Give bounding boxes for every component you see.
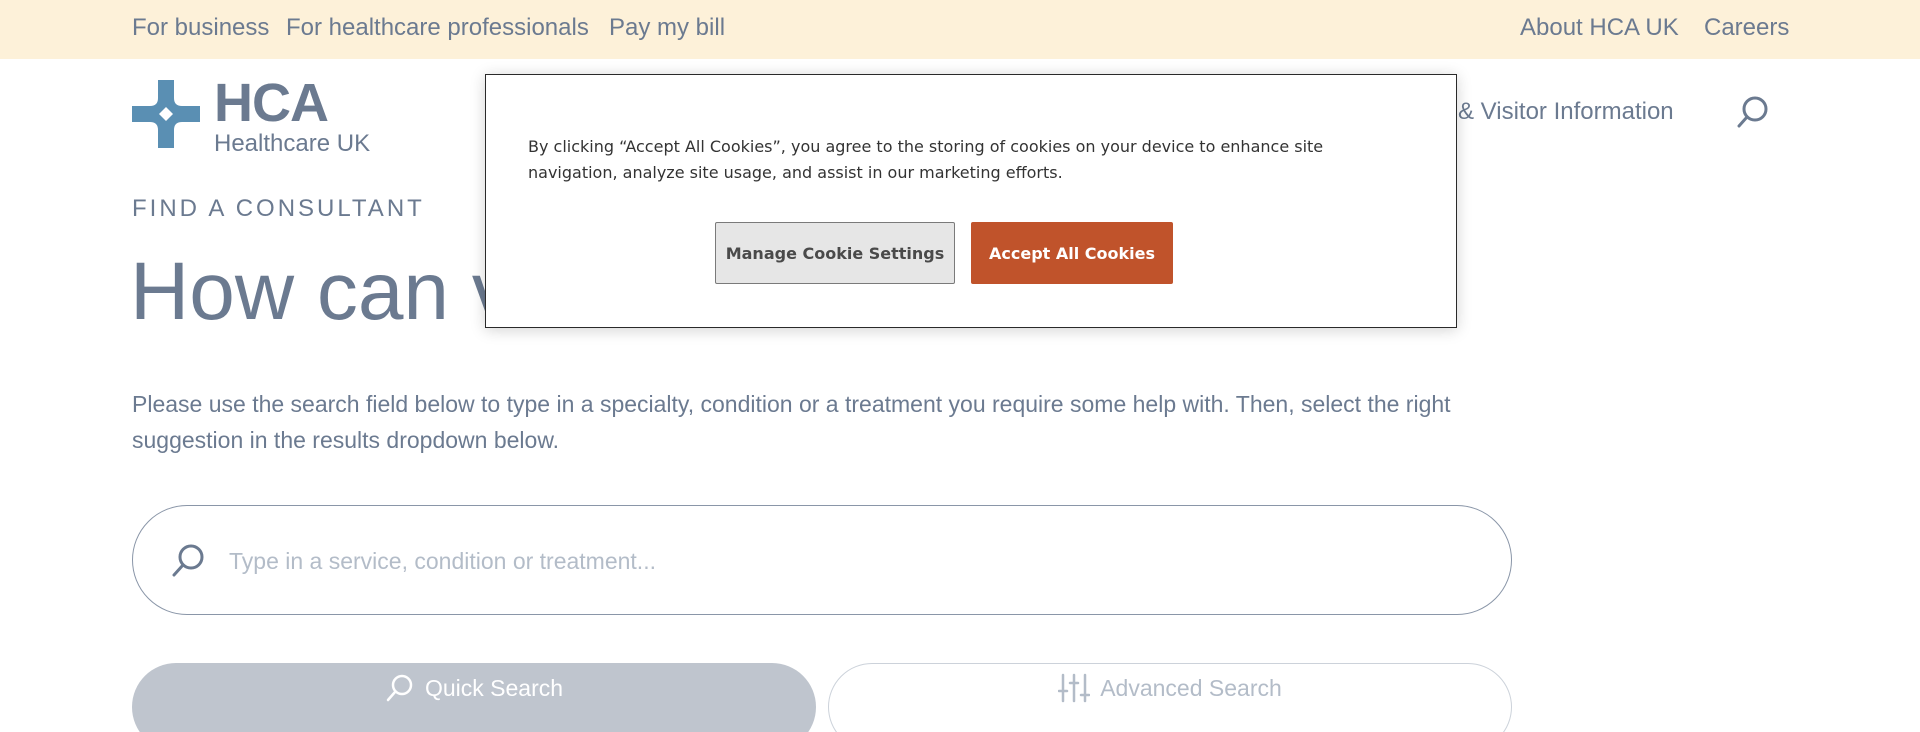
- advanced-search-button[interactable]: Advanced Search: [828, 663, 1512, 732]
- search-input[interactable]: [229, 536, 1469, 586]
- hca-logo[interactable]: HCA Healthcare UK: [132, 73, 392, 157]
- link-careers[interactable]: Careers: [1704, 14, 1789, 42]
- eyebrow-find-a-consultant: FIND A CONSULTANT: [132, 195, 425, 222]
- link-about-hca-uk[interactable]: About HCA UK: [1520, 14, 1679, 42]
- accept-all-cookies-button[interactable]: Accept All Cookies: [971, 222, 1173, 284]
- logo-wordmark: HCA: [214, 73, 329, 133]
- search-icon: [386, 674, 413, 702]
- manage-cookie-settings-button[interactable]: Manage Cookie Settings: [715, 222, 955, 284]
- quick-search-button[interactable]: Quick Search: [132, 663, 816, 732]
- link-pay-my-bill[interactable]: Pay my bill: [609, 14, 725, 42]
- intro-text: Please use the search field below to typ…: [132, 391, 1451, 453]
- logo-subtitle: Healthcare UK: [214, 130, 371, 157]
- logo-cross-icon: [132, 80, 200, 148]
- search-icon: [172, 544, 204, 577]
- link-for-business[interactable]: For business: [132, 14, 269, 42]
- sliders-icon: [1058, 673, 1091, 703]
- header-search-button[interactable]: [1735, 94, 1771, 130]
- link-for-healthcare-professionals[interactable]: For healthcare professionals: [286, 14, 589, 42]
- nav-visitor-information[interactable]: & Visitor Information: [1458, 98, 1674, 126]
- quick-search-label: Quick Search: [424, 674, 564, 701]
- cookie-consent-dialog: By clicking “Accept All Cookies”, you ag…: [485, 74, 1457, 328]
- advanced-search-label: Advanced Search: [1100, 674, 1282, 701]
- utility-bar: For business For healthcare professional…: [0, 0, 1920, 59]
- page-title: How can v: [130, 246, 513, 337]
- consultant-search-box[interactable]: [132, 505, 1512, 615]
- search-icon: [1737, 96, 1768, 128]
- cookie-consent-text: By clicking “Accept All Cookies”, you ag…: [528, 137, 1324, 182]
